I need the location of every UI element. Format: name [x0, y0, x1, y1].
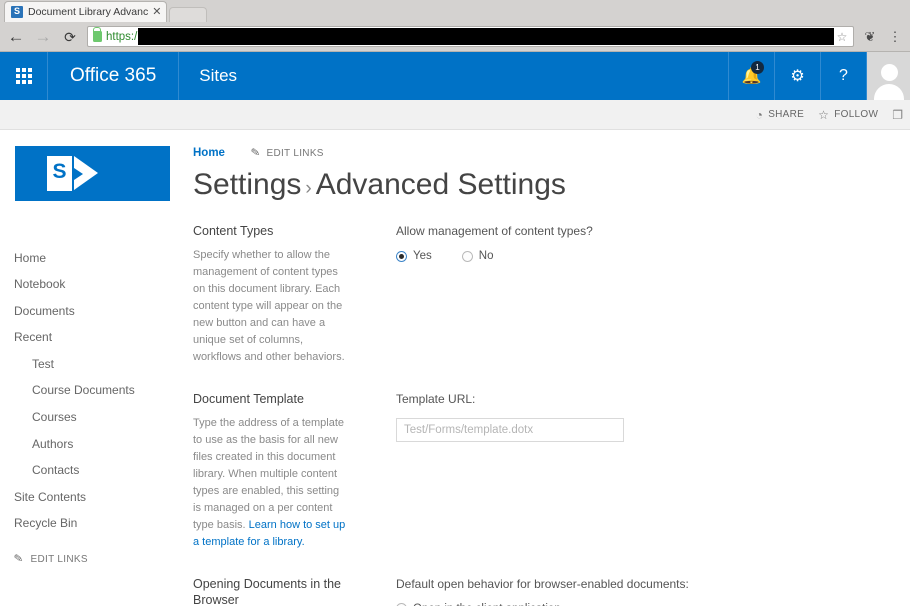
- setting-opening-documents: Opening Documents in the Browser Specify…: [193, 577, 910, 606]
- breadcrumb-edit-links-label: EDIT LINKS: [266, 147, 324, 159]
- browser-menu-icon[interactable]: ⋮: [884, 26, 906, 48]
- forward-icon[interactable]: →: [31, 25, 55, 49]
- waffle-grid: [15, 68, 32, 84]
- page-title-parent[interactable]: Settings: [193, 168, 301, 201]
- browser-chrome: Document Library Advanc ✕ ← → ⟳ https:/ …: [0, 0, 910, 52]
- address-bar[interactable]: https:/ ☆: [87, 26, 854, 47]
- sites-link[interactable]: Sites: [179, 52, 257, 100]
- share-label: SHARE: [768, 109, 805, 120]
- sharepoint-logo-mark: [47, 156, 113, 191]
- tab-title: Document Library Advanc: [28, 6, 149, 18]
- url-scheme-text: https:/: [106, 30, 138, 43]
- setting-description-block: Opening Documents in the Browser Specify…: [193, 577, 363, 606]
- setting-heading: Content Types: [193, 224, 274, 238]
- sharepoint-logo-letter: [47, 156, 72, 191]
- gear-icon: ⚙: [790, 68, 805, 85]
- content-types-radio-group: Yes No: [396, 250, 910, 262]
- tab-strip: Document Library Advanc ✕: [0, 0, 910, 22]
- sidebar-item-home[interactable]: Home: [0, 245, 185, 272]
- sidebar-item-site-contents[interactable]: Site Contents: [0, 484, 185, 511]
- suite-spacer: [257, 52, 728, 100]
- help-button[interactable]: ?: [820, 52, 866, 100]
- radio-button-yes[interactable]: [396, 250, 407, 262]
- setting-document-template: Document Template Type the address of a …: [193, 392, 910, 551]
- setting-description-block: Document Template Type the address of a …: [193, 392, 363, 551]
- browser-tab[interactable]: Document Library Advanc ✕: [4, 1, 168, 22]
- radio-option-yes[interactable]: Yes: [396, 250, 432, 262]
- page-title: Settings › Advanced Settings: [185, 162, 910, 202]
- sharepoint-logo[interactable]: [15, 146, 170, 201]
- sharepoint-logo-notch: [74, 168, 83, 180]
- radio-button-no[interactable]: [461, 250, 473, 262]
- sidebar-item-documents[interactable]: Documents: [0, 298, 185, 325]
- url-redacted-block: [138, 28, 834, 45]
- setting-control-block: Template URL:: [363, 392, 910, 551]
- radio-label-yes: Yes: [413, 250, 432, 262]
- page-body: Home Notebook Documents Recent Test Cour…: [0, 130, 910, 606]
- close-icon[interactable]: ✕: [152, 6, 161, 18]
- template-url-input[interactable]: [396, 417, 624, 442]
- avatar[interactable]: [866, 52, 910, 100]
- sidebar-item-recycle-bin[interactable]: Recycle Bin: [0, 511, 185, 538]
- setting-heading: Document Template: [193, 391, 304, 406]
- app-launcher-icon[interactable]: [0, 52, 48, 100]
- control-label: Default open behavior for browser-enable…: [396, 576, 689, 591]
- sidebar-item-test[interactable]: Test: [0, 351, 185, 378]
- new-tab-button[interactable]: [169, 7, 208, 22]
- breadcrumb-edit-links-button[interactable]: ✎ EDIT LINKS: [250, 145, 324, 160]
- settings-area: Content Types Specify whether to allow t…: [185, 202, 910, 606]
- settings-button[interactable]: ⚙: [774, 52, 820, 100]
- bookmark-star-icon[interactable]: ☆: [834, 31, 850, 43]
- setting-description: Specify whether to allow the management …: [193, 248, 345, 363]
- follow-label: FOLLOW: [834, 109, 879, 120]
- setting-content-types: Content Types Specify whether to allow t…: [193, 224, 910, 366]
- sidebar-item-contacts[interactable]: Contacts: [0, 458, 185, 485]
- setting-description-text: Type the address of a template to use as…: [193, 416, 345, 531]
- reload-icon[interactable]: ⟳: [58, 25, 82, 49]
- browser-toolbar: ← → ⟳ https:/ ☆ ❦ ⋮: [0, 22, 910, 51]
- setting-control-block: Default open behavior for browser-enable…: [363, 577, 910, 606]
- sidebar-item-recent[interactable]: Recent: [0, 325, 185, 352]
- breadcrumb-home-link[interactable]: Home: [193, 147, 225, 159]
- radio-option-no[interactable]: No: [461, 250, 494, 262]
- office365-brand[interactable]: Office 365: [48, 52, 180, 100]
- pencil-icon: ✎: [13, 551, 25, 566]
- notifications-button[interactable]: 🔔 1: [728, 52, 774, 100]
- share-button[interactable]: ◔ SHARE: [756, 109, 805, 121]
- setting-control-block: Allow management of content types? Yes N…: [363, 224, 910, 366]
- user-avatar-icon: [872, 60, 906, 100]
- sidebar-edit-links-button[interactable]: ✎ EDIT LINKS: [0, 538, 185, 565]
- office365-suite-bar: Office 365 Sites 🔔 1 ⚙ ?: [0, 52, 910, 100]
- control-label: Template URL:: [396, 391, 476, 406]
- main-column: Home ✎ EDIT LINKS Settings › Advanced Sett…: [185, 130, 910, 606]
- left-column: Home Notebook Documents Recent Test Cour…: [0, 130, 185, 606]
- title-separator-icon: ›: [305, 178, 312, 199]
- sidebar-item-course-documents[interactable]: Course Documents: [0, 378, 185, 405]
- follow-button[interactable]: ☆ FOLLOW: [818, 109, 878, 121]
- setting-description: Type the address of a template to use as…: [193, 415, 349, 551]
- setting-heading: Opening Documents in the Browser: [193, 576, 342, 606]
- page-title-current: Advanced Settings: [315, 168, 566, 201]
- sharepoint-favicon-icon: [11, 5, 23, 18]
- command-bar: ◔ SHARE ☆ FOLLOW ❐: [0, 100, 910, 130]
- share-icon: ◔: [755, 107, 764, 122]
- control-label: Allow management of content types?: [396, 224, 593, 238]
- sidebar-item-notebook[interactable]: Notebook: [0, 272, 185, 299]
- star-icon: ☆: [818, 107, 830, 122]
- question-mark-icon: ?: [839, 67, 848, 84]
- back-icon[interactable]: ←: [4, 25, 28, 49]
- pencil-icon: ✎: [250, 145, 262, 160]
- sidebar-item-courses[interactable]: Courses: [0, 405, 185, 432]
- extension-icon[interactable]: ❦: [859, 26, 881, 48]
- radio-label-no: No: [478, 250, 494, 262]
- breadcrumb: Home ✎ EDIT LINKS: [185, 144, 910, 162]
- sidebar-item-authors[interactable]: Authors: [0, 431, 185, 458]
- lock-icon: [93, 27, 102, 42]
- setting-description-block: Content Types Specify whether to allow t…: [193, 224, 363, 366]
- sidebar-edit-links-label: EDIT LINKS: [30, 553, 88, 565]
- sidebar-navigation: Home Notebook Documents Recent Test Cour…: [0, 245, 185, 566]
- focus-on-content-icon[interactable]: ❐: [892, 108, 904, 122]
- notification-count-badge: 1: [751, 61, 764, 74]
